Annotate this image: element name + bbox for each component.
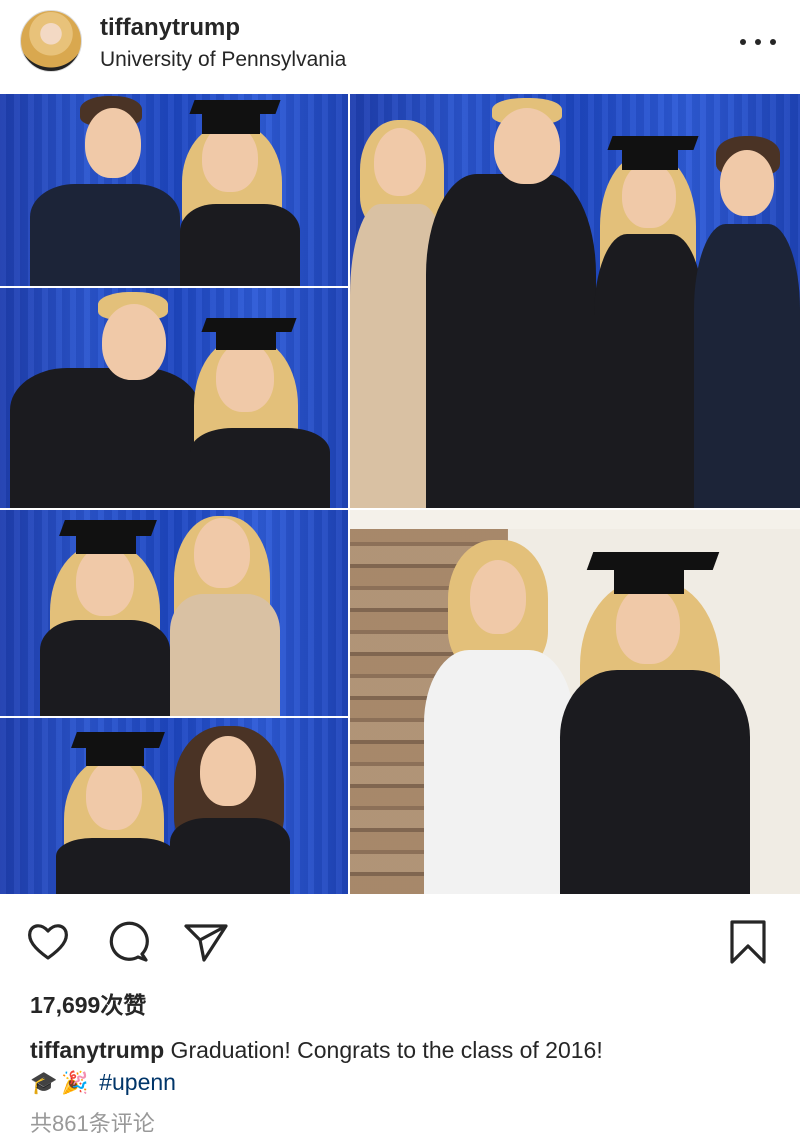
header-username[interactable]: tiffanytrump	[100, 14, 240, 42]
more-options-icon[interactable]	[740, 30, 776, 54]
graduation-cap-emoji: 🎓	[30, 1070, 58, 1095]
photo-panel-5	[350, 94, 800, 508]
comment-bubble-icon[interactable]	[104, 918, 152, 966]
post-caption: tiffanytrump Graduation! Congrats to the…	[30, 1034, 770, 1099]
action-bar	[0, 904, 800, 974]
post-header: tiffanytrump University of Pennsylvania	[0, 0, 800, 94]
paper-plane-icon[interactable]	[182, 918, 230, 966]
view-comments-link[interactable]: 共861条评论	[30, 1106, 155, 1138]
caption-username[interactable]: tiffanytrump	[30, 1037, 164, 1063]
heart-icon[interactable]	[24, 918, 72, 966]
photo-panel-1	[0, 94, 348, 286]
photo-panel-2	[0, 288, 348, 508]
likes-count[interactable]: 17,699次赞	[30, 986, 146, 1020]
bookmark-icon[interactable]	[724, 918, 772, 966]
party-popper-emoji: 🎉	[61, 1070, 89, 1095]
header-location[interactable]: University of Pennsylvania	[100, 48, 346, 72]
photo-panel-4	[0, 718, 348, 894]
avatar[interactable]	[20, 10, 82, 72]
photo-panel-3	[0, 510, 348, 716]
photo-panel-6	[350, 510, 800, 894]
post-photo-collage[interactable]	[0, 94, 800, 894]
caption-text: Graduation! Congrats to the class of 201…	[164, 1037, 603, 1063]
hashtag-link[interactable]: #upenn	[99, 1069, 176, 1095]
